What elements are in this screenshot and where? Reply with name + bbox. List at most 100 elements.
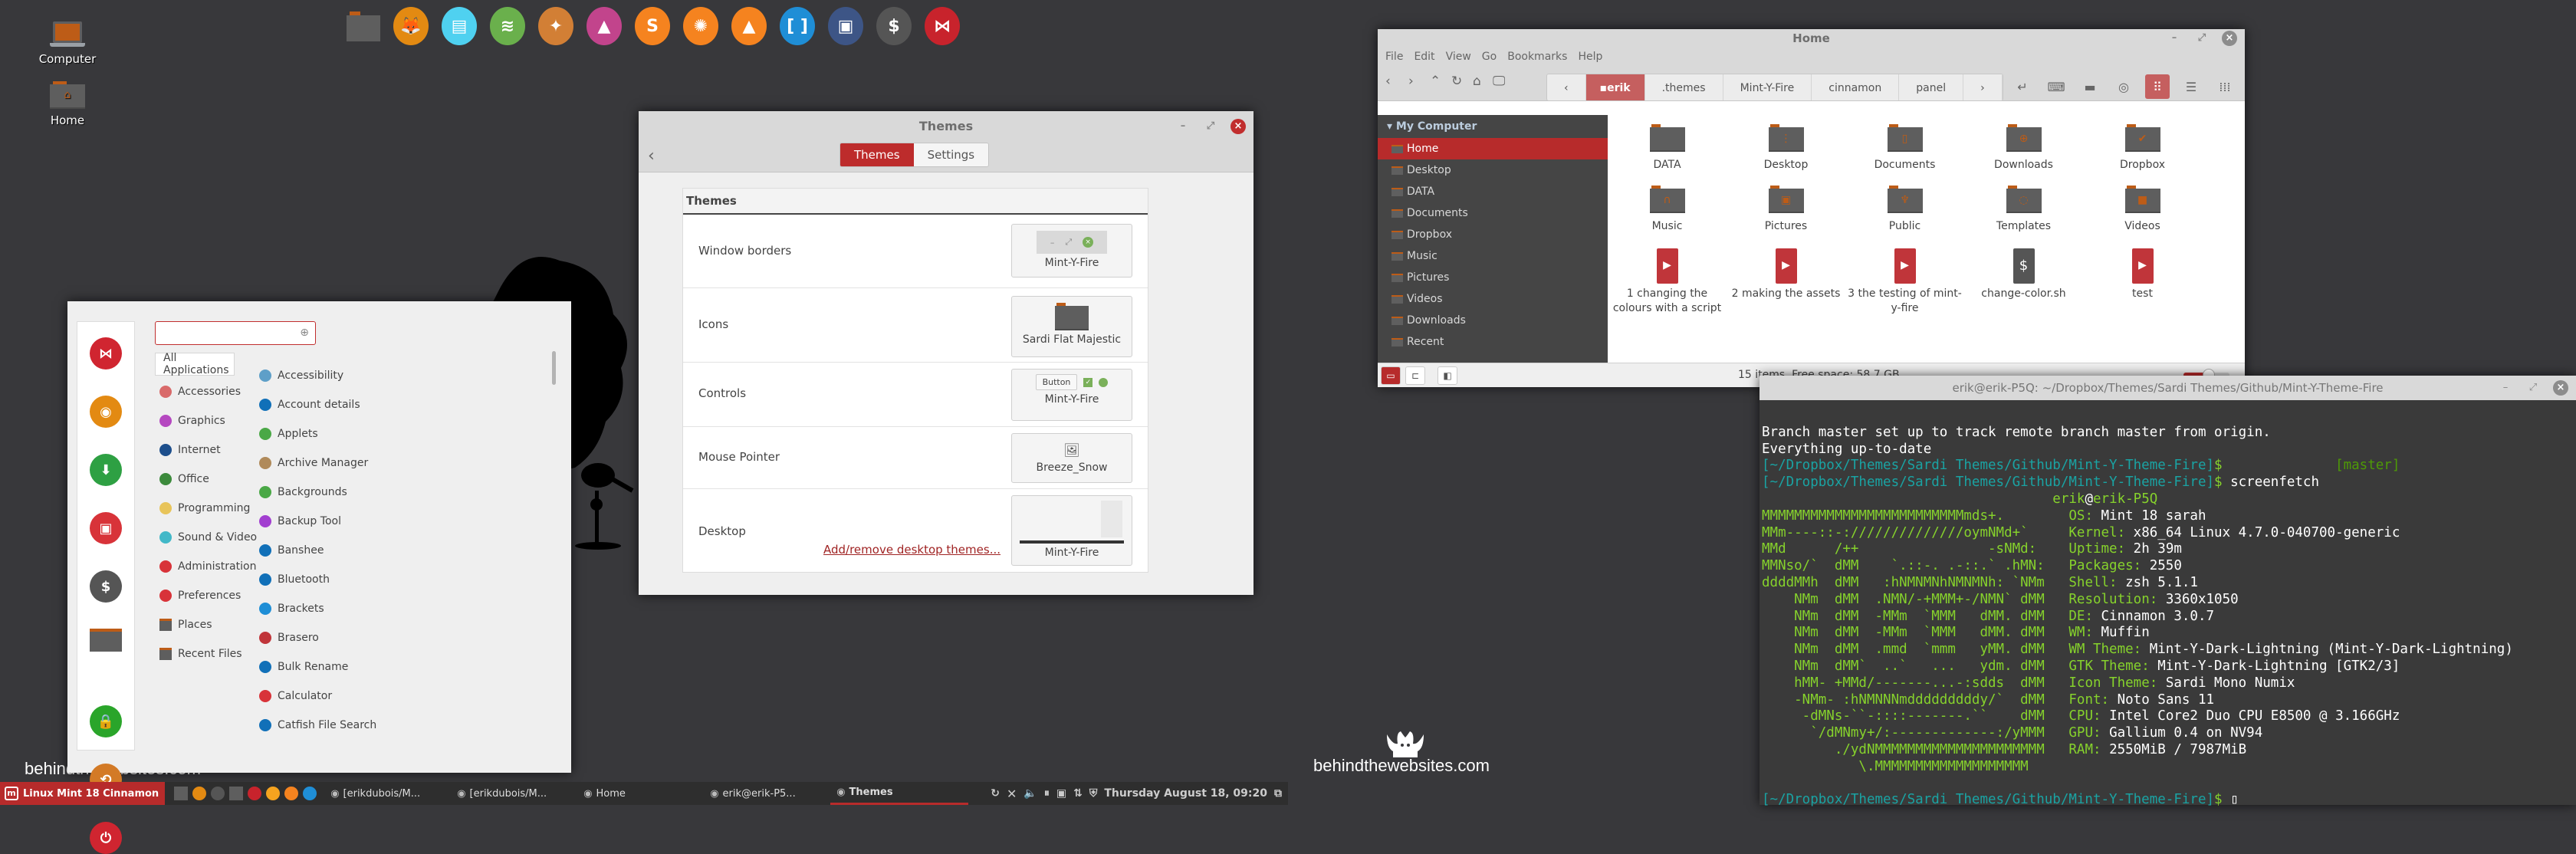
search-clear-icon[interactable]: ⊕ xyxy=(300,327,309,339)
favorite-files[interactable] xyxy=(90,629,122,652)
file-manager-titlebar[interactable]: Home – ⤢ × xyxy=(1378,29,2245,46)
panel-launcher-brackets[interactable] xyxy=(303,787,317,800)
panel-launcher-orange-app[interactable] xyxy=(266,787,281,800)
menu-application[interactable]: Bluetooth xyxy=(259,565,504,594)
search-icon[interactable]: ◎ xyxy=(2111,74,2136,99)
breadcrumb-scroll-left[interactable]: ‹ xyxy=(1547,74,1586,100)
sidebar-item-recent[interactable]: Recent xyxy=(1378,331,1608,353)
favorite-software-manager[interactable]: ⬇ xyxy=(90,454,122,486)
back-icon[interactable]: ‹ xyxy=(1385,74,1391,89)
icons-picker[interactable]: Sardi Flat Majestic xyxy=(1011,296,1132,357)
taskbar-item[interactable]: ◉ Themes xyxy=(830,782,969,805)
dock-item-spotify[interactable]: ≋ xyxy=(490,7,525,45)
menu-bookmarks[interactable]: Bookmarks xyxy=(1507,46,1567,67)
icon-view-icon[interactable]: ⠿ xyxy=(2145,74,2170,99)
tab-themes[interactable]: Themes xyxy=(840,143,914,166)
dock-item-terminal[interactable]: $ xyxy=(876,7,912,45)
panel-launcher-mintmenu[interactable] xyxy=(248,787,262,800)
panel-launcher-firefox[interactable] xyxy=(192,787,207,800)
new-folder-icon[interactable]: ▬ xyxy=(2078,74,2102,99)
file-item[interactable]: 2 making the assets xyxy=(1727,245,1845,307)
maximize-button[interactable]: ⤢ xyxy=(2525,380,2541,396)
compact-view-icon[interactable]: ⁞⁞⁞ xyxy=(2213,74,2237,99)
minimize-button[interactable]: – xyxy=(2498,380,2513,396)
dock-item-brackets[interactable]: [ ] xyxy=(780,7,815,45)
breadcrumb-scroll-right[interactable]: › xyxy=(1963,74,2003,100)
file-item[interactable]: ♆ Public xyxy=(1845,184,1964,245)
dock-item-image-viewer[interactable]: ▣ xyxy=(828,7,863,45)
back-button[interactable]: ‹ xyxy=(648,146,655,166)
terminal-titlebar[interactable]: erik@erik-P5Q: ~/Dropbox/Themes/Sardi Th… xyxy=(1760,376,2576,400)
breadcrumb-item[interactable]: Mint-Y-Fire xyxy=(1723,74,1812,100)
home-icon[interactable]: ⌂ xyxy=(1473,74,1481,89)
file-item[interactable]: 3 the testing of mint-y-fire xyxy=(1845,245,1964,314)
favorite-system-settings[interactable]: ▣ xyxy=(90,512,122,544)
sidebar-item-pictures[interactable]: Pictures xyxy=(1378,267,1608,288)
dock-item-mintmenu[interactable]: ⋈ xyxy=(925,7,960,45)
menu-application[interactable]: Backgrounds xyxy=(259,478,504,507)
application-list-scrollbar[interactable] xyxy=(552,351,556,385)
clock[interactable]: Thursday August 18, 09:20 xyxy=(1104,787,1267,800)
panel-launcher-terminal[interactable] xyxy=(211,787,225,800)
menu-application[interactable]: Brasero xyxy=(259,623,504,652)
panel-launcher-sublime-text[interactable] xyxy=(284,787,299,800)
menu-application[interactable]: Accessibility xyxy=(259,361,504,390)
volume-icon[interactable]: 🔈 xyxy=(1024,787,1037,800)
reload-icon[interactable]: ↻ xyxy=(1451,74,1462,89)
sidebar-item-videos[interactable]: Videos xyxy=(1378,288,1608,310)
menu-application[interactable]: Calculator xyxy=(259,682,504,711)
breadcrumb-item[interactable]: ▪erik xyxy=(1585,74,1645,100)
file-item[interactable]: ■ Videos xyxy=(2083,184,2202,245)
menu-go[interactable]: Go xyxy=(1482,46,1497,67)
desktop-picker[interactable]: Mint-Y-Fire xyxy=(1011,495,1132,566)
terminal-output[interactable]: Branch master set up to track remote bra… xyxy=(1760,400,2576,809)
sidebar-header[interactable]: ▾ My Computer xyxy=(1378,115,1608,138)
sidebar-item-home[interactable]: Home xyxy=(1378,138,1608,159)
favorite-firefox[interactable]: ◉ xyxy=(90,396,122,428)
pause-icon[interactable]: ⏸ xyxy=(1044,787,1050,800)
maximize-button[interactable]: ⤢ xyxy=(1203,119,1218,134)
shield-icon[interactable]: ⛨ xyxy=(1089,787,1098,800)
menu-application[interactable]: Catfish File Search xyxy=(259,711,504,740)
list-view-icon[interactable]: ☰ xyxy=(2179,74,2203,99)
menu-help[interactable]: Help xyxy=(1578,46,1602,67)
file-item[interactable]: test xyxy=(2083,245,2202,307)
menu-search[interactable]: ⊕ xyxy=(155,321,316,345)
breadcrumb-item[interactable]: cinnamon xyxy=(1812,74,1900,100)
close-x-icon[interactable]: ✕ xyxy=(1007,787,1017,801)
desktop-icon-computer[interactable]: Computer xyxy=(25,21,110,66)
tab-settings[interactable]: Settings xyxy=(913,143,989,166)
dock-item-vlc[interactable]: ▲ xyxy=(731,7,767,45)
favorite-lock-screen[interactable]: 🔒 xyxy=(90,705,122,737)
taskbar-item[interactable]: ◉ [erikdubois/M... xyxy=(451,782,577,805)
sync-icon[interactable]: ↻ xyxy=(991,787,1000,800)
menu-category[interactable]: All Applications xyxy=(155,352,235,376)
window-borders-picker[interactable]: – ⤢ × Mint-Y-Fire xyxy=(1011,224,1132,278)
menu-application[interactable]: Archive Manager xyxy=(259,448,504,478)
add-remove-desktop-themes-link[interactable]: Add/remove desktop themes... xyxy=(823,543,1001,557)
file-item[interactable]: ▣ Pictures xyxy=(1727,184,1845,245)
sidebar-item-desktop[interactable]: Desktop xyxy=(1378,159,1608,181)
menu-edit[interactable]: Edit xyxy=(1414,46,1434,67)
file-item[interactable]: 1 changing the colours with a script xyxy=(1608,245,1727,314)
breadcrumb-item[interactable]: .themes xyxy=(1645,74,1723,100)
file-item[interactable]: ▯ Documents xyxy=(1845,123,1964,184)
screenshot-icon[interactable]: ▣ xyxy=(1056,787,1066,800)
close-button[interactable]: × xyxy=(2222,31,2237,46)
favorite-mintmenu[interactable]: ⋈ xyxy=(90,337,122,370)
dock-item-gimp[interactable]: ✦ xyxy=(538,7,573,45)
dock-item-document-scanner[interactable]: ▤ xyxy=(442,7,477,45)
forward-icon[interactable]: › xyxy=(1408,74,1414,89)
file-item[interactable]: ⊕ Downloads xyxy=(1964,123,2083,184)
menu-file[interactable]: File xyxy=(1385,46,1403,67)
toggle-location-icon[interactable]: ↵ xyxy=(2010,74,2035,99)
network-icon[interactable]: ⇅ xyxy=(1073,787,1083,800)
up-icon[interactable]: ⌃ xyxy=(1430,74,1441,89)
sidebar-item-music[interactable]: Music xyxy=(1378,245,1608,267)
dock-item-sublime-text[interactable]: S xyxy=(635,7,670,45)
controls-picker[interactable]: Button ✓ Mint-Y-Fire xyxy=(1011,369,1132,421)
menu-application[interactable]: Character Map xyxy=(259,740,504,744)
dock-item-firefox[interactable]: 🦊 xyxy=(393,7,429,45)
menu-view[interactable]: View xyxy=(1446,46,1471,67)
dock-item-files[interactable] xyxy=(347,11,380,41)
